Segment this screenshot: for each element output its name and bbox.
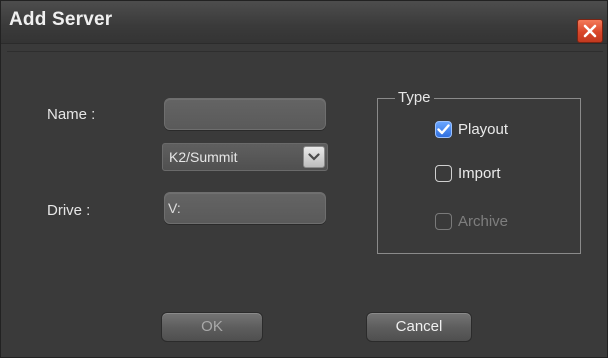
import-label: Import [458,165,501,182]
close-x-icon [583,24,597,38]
drive-label: Drive : [47,202,91,219]
import-checkbox[interactable] [435,165,452,182]
server-type-value: K2/Summit [169,149,238,165]
import-checkbox-row[interactable]: Import [435,165,501,182]
name-input[interactable] [164,98,326,130]
chevron-down-icon [308,153,320,161]
archive-checkbox [435,213,452,230]
ok-button[interactable]: OK [161,312,263,342]
add-server-dialog: Add Server Name : K2/Summit Drive : V: T… [0,0,608,358]
dropdown-arrow-button[interactable] [303,146,325,168]
type-group-legend: Type [395,89,434,106]
archive-label: Archive [458,213,509,230]
playout-label: Playout [458,121,509,138]
dialog-title: Add Server [9,9,113,30]
archive-checkbox-row: Archive [435,213,508,230]
dialog-body: Name : K2/Summit Drive : V: Type Playout [7,51,603,352]
drive-input[interactable]: V: [164,192,326,224]
name-label: Name : [47,106,96,123]
server-type-select[interactable]: K2/Summit [162,143,328,171]
checkmark-icon [437,124,450,135]
playout-checkbox[interactable] [435,121,452,138]
close-button[interactable] [577,19,603,43]
playout-checkbox-row[interactable]: Playout [435,121,508,138]
cancel-button[interactable]: Cancel [366,312,472,342]
title-bar[interactable]: Add Server [1,1,607,44]
